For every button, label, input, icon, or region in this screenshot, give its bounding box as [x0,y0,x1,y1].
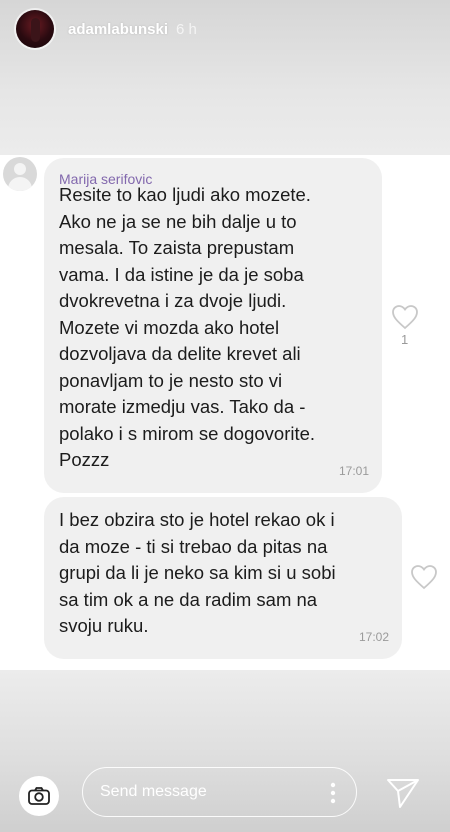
heart-icon[interactable] [391,304,419,330]
message-text-2: I bez obzira sto je hotel rekao ok i da … [59,509,336,636]
sender-avatar [3,157,37,191]
message-time-2: 17:02 [358,629,389,644]
send-message-input[interactable]: Send message [82,767,357,817]
story-avatar[interactable] [16,10,54,48]
message-bubble-1: Marija serifovic Resite to kao ljudi ako… [44,158,382,493]
story-header: adamlabunski 6 h [16,10,197,48]
message-time-1: 17:01 [338,463,369,478]
send-message-placeholder: Send message [100,783,207,800]
heart-icon[interactable] [410,564,438,590]
message-bubble-2: I bez obzira sto je hotel rekao ok i da … [44,497,402,659]
camera-button[interactable] [19,776,59,816]
story-header-area: adamlabunski 6 h [0,0,450,155]
camera-icon [28,787,50,805]
story-username[interactable]: adamlabunski [68,21,168,38]
more-dots-icon[interactable] [330,782,336,804]
story-time: 6 h [176,20,197,38]
like-count: 1 [401,332,409,347]
story-reply-area: Send message [0,670,450,832]
chat-screenshot: Marija serifovic Resite to kao ljudi ako… [0,155,450,670]
message-text-1: Resite to kao ljudi ako mozete. Ako ne j… [59,184,316,470]
send-icon[interactable] [386,777,420,809]
